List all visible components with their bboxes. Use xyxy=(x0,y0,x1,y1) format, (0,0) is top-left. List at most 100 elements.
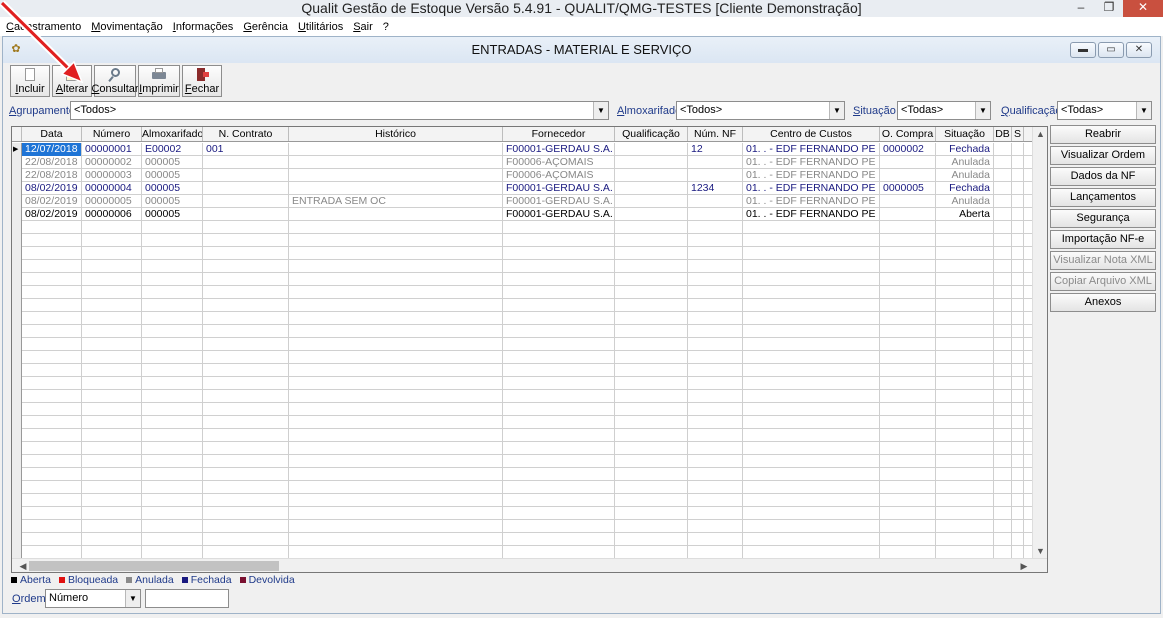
table-row[interactable]: 08/02/2019 00000006 000005 F00001-GERDAU S.… xyxy=(12,208,1034,221)
row-indicator[interactable] xyxy=(12,442,22,455)
menu-cadastramento[interactable]: Cadastramento xyxy=(6,21,81,33)
row-indicator[interactable] xyxy=(12,286,22,299)
table-row[interactable] xyxy=(12,299,1034,312)
situacao-select[interactable]: <Todas> ▼ xyxy=(897,101,991,120)
table-row[interactable] xyxy=(12,481,1034,494)
chevron-down-icon[interactable]: ▼ xyxy=(125,590,140,607)
table-row[interactable]: 22/08/2018 00000002 000005 F00006-AÇOMAIS 01… xyxy=(12,156,1034,169)
row-indicator[interactable] xyxy=(12,221,22,234)
scroll-left-icon[interactable]: ◀ xyxy=(16,559,30,572)
column-header[interactable]: Almoxarifado xyxy=(142,127,203,141)
scroll-down-icon[interactable]: ▼ xyxy=(1033,544,1047,558)
vertical-scrollbar[interactable]: ▲ ▼ xyxy=(1032,127,1047,558)
menu-utilitarios[interactable]: Utilitários xyxy=(298,21,343,33)
column-header[interactable]: Qualificação xyxy=(615,127,688,141)
column-header[interactable]: DB xyxy=(994,127,1012,141)
table-row[interactable] xyxy=(12,273,1034,286)
row-indicator[interactable] xyxy=(12,234,22,247)
chevron-down-icon[interactable]: ▼ xyxy=(1136,102,1151,119)
row-indicator[interactable] xyxy=(12,156,22,169)
column-header[interactable]: N. Contrato xyxy=(203,127,289,141)
side-button-visualizar-nota-xml[interactable]: Visualizar Nota XML xyxy=(1050,251,1156,270)
row-indicator[interactable] xyxy=(12,273,22,286)
column-header[interactable]: S xyxy=(1012,127,1024,141)
row-indicator[interactable] xyxy=(12,182,22,195)
table-row[interactable] xyxy=(12,533,1034,546)
column-header[interactable]: Centro de Custos xyxy=(743,127,880,141)
table-row[interactable]: 08/02/2019 00000004 000005 F00001-GERDAU S.… xyxy=(12,182,1034,195)
row-indicator[interactable] xyxy=(12,299,22,312)
table-row[interactable] xyxy=(12,442,1034,455)
incluir-button[interactable]: Incluir xyxy=(10,65,50,97)
close-icon[interactable]: ✕ xyxy=(1123,0,1163,17)
menu-movimentacao[interactable]: Movimentação xyxy=(91,21,163,33)
menu-sair[interactable]: Sair xyxy=(353,21,373,33)
row-indicator[interactable] xyxy=(12,247,22,260)
minimize-icon[interactable]: – xyxy=(1067,0,1095,17)
consultar-button[interactable]: Consultar xyxy=(91,65,139,97)
restore-icon[interactable]: ❐ xyxy=(1095,0,1123,17)
table-row[interactable] xyxy=(12,416,1034,429)
column-header[interactable]: O. Compra xyxy=(880,127,936,141)
row-indicator[interactable] xyxy=(12,364,22,377)
table-row[interactable] xyxy=(12,390,1034,403)
row-indicator[interactable] xyxy=(12,208,22,221)
table-row[interactable] xyxy=(12,351,1034,364)
row-indicator[interactable] xyxy=(12,455,22,468)
side-button-anexos[interactable]: Anexos xyxy=(1050,293,1156,312)
row-indicator[interactable] xyxy=(12,377,22,390)
child-minimize-icon[interactable]: ▬ xyxy=(1070,42,1096,58)
side-button-dados-da-nf[interactable]: Dados da NF xyxy=(1050,167,1156,186)
column-header[interactable]: Núm. NF xyxy=(688,127,743,141)
horizontal-scrollbar[interactable]: ◀ ▶ xyxy=(12,558,1047,572)
row-indicator[interactable] xyxy=(12,546,22,558)
table-row[interactable]: 08/02/2019 00000005 000005 ENTRADA SEM OC F0… xyxy=(12,195,1034,208)
scroll-thumb[interactable] xyxy=(29,561,279,571)
table-row[interactable] xyxy=(12,286,1034,299)
side-button-copiar-arquivo-xml[interactable]: Copiar Arquivo XML xyxy=(1050,272,1156,291)
chevron-down-icon[interactable]: ▼ xyxy=(593,102,608,119)
chevron-down-icon[interactable]: ▼ xyxy=(829,102,844,119)
entradas-grid[interactable]: Data Número Almoxarifado N. Contrato His… xyxy=(11,126,1048,573)
menu-informacoes[interactable]: Informações xyxy=(173,21,234,33)
table-row[interactable] xyxy=(12,247,1034,260)
chevron-down-icon[interactable]: ▼ xyxy=(975,102,990,119)
table-row[interactable]: 12/07/201800000001E00002001 F00001-GERDAU… xyxy=(12,143,1034,156)
table-row[interactable] xyxy=(12,494,1034,507)
column-header[interactable]: Número xyxy=(82,127,142,141)
table-row[interactable] xyxy=(12,338,1034,351)
table-row[interactable] xyxy=(12,403,1034,416)
imprimir-button[interactable]: Imprimir xyxy=(138,65,180,97)
qualificacao-select[interactable]: <Todas> ▼ xyxy=(1057,101,1152,120)
column-header[interactable]: Situação xyxy=(936,127,994,141)
row-indicator[interactable] xyxy=(12,195,22,208)
table-row[interactable] xyxy=(12,429,1034,442)
table-row[interactable] xyxy=(12,455,1034,468)
column-header[interactable]: Histórico xyxy=(289,127,503,141)
column-header[interactable]: Data xyxy=(22,127,82,141)
table-row[interactable]: 22/08/2018 00000003 000005 F00006-AÇOMAIS 01… xyxy=(12,169,1034,182)
row-indicator[interactable] xyxy=(12,390,22,403)
table-row[interactable] xyxy=(12,468,1034,481)
row-indicator[interactable] xyxy=(12,494,22,507)
row-indicator[interactable] xyxy=(12,533,22,546)
row-indicator[interactable] xyxy=(12,520,22,533)
scroll-up-icon[interactable]: ▲ xyxy=(1033,127,1047,141)
table-row[interactable] xyxy=(12,507,1034,520)
fechar-button[interactable]: Fechar xyxy=(182,65,222,97)
side-button-reabrir[interactable]: Reabrir xyxy=(1050,125,1156,144)
table-row[interactable] xyxy=(12,221,1034,234)
table-row[interactable] xyxy=(12,520,1034,533)
ordem-select[interactable]: Número ▼ xyxy=(45,589,141,608)
child-restore-icon[interactable]: ▭ xyxy=(1098,42,1124,58)
side-button-lan-amentos[interactable]: Lançamentos xyxy=(1050,188,1156,207)
row-indicator[interactable] xyxy=(12,351,22,364)
side-button-seguran-a[interactable]: Segurança xyxy=(1050,209,1156,228)
column-header[interactable]: Fornecedor xyxy=(503,127,615,141)
agrupamento-select[interactable]: <Todos> ▼ xyxy=(70,101,609,120)
side-button-importa-o-nf-e[interactable]: Importação NF-e xyxy=(1050,230,1156,249)
scroll-right-icon[interactable]: ▶ xyxy=(1017,559,1031,572)
row-indicator[interactable] xyxy=(12,416,22,429)
row-indicator[interactable] xyxy=(12,507,22,520)
row-indicator[interactable] xyxy=(12,169,22,182)
